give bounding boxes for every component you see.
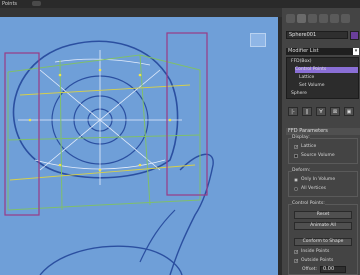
character-arm-outline-2 xyxy=(139,209,176,263)
character-body-outline xyxy=(39,245,183,275)
viewport-scene xyxy=(4,32,214,275)
configure-sets-button[interactable]: ▣ xyxy=(344,107,354,116)
ffd-lattice xyxy=(7,54,201,211)
display-group-label: Display: xyxy=(292,135,310,140)
all-vertices-label: All Vertices xyxy=(301,186,326,191)
eye-icon[interactable] xyxy=(32,1,41,6)
deform-group xyxy=(288,171,358,197)
show-end-result-button[interactable]: ‖ xyxy=(302,107,312,116)
object-color-swatch[interactable] xyxy=(350,31,359,40)
inside-points-checkbox[interactable] xyxy=(294,249,298,254)
utilities-tab-icon[interactable] xyxy=(341,14,350,23)
stack-toolbar: |- ‖ ∀ ⊠ ▣ xyxy=(288,107,358,117)
rollout-title: FFD Parameters xyxy=(288,128,328,134)
display-tab-icon[interactable] xyxy=(330,14,339,23)
outside-points-label: Outside Points xyxy=(301,258,334,263)
stack-item-label: Control Points xyxy=(295,67,327,72)
stack-item-label: FFD(Box) xyxy=(291,59,312,64)
viewcube-icon[interactable] xyxy=(250,33,266,47)
hierarchy-tab-icon[interactable] xyxy=(308,14,317,23)
reset-button[interactable]: Reset xyxy=(294,211,352,219)
stack-item-lattice[interactable]: Lattice xyxy=(299,75,360,81)
offset-label: Offset: xyxy=(302,267,318,272)
command-panel: Sphere001 Modifier List ▾ FFD(Box) Contr… xyxy=(282,8,360,275)
only-in-volume-radio[interactable] xyxy=(294,178,298,182)
stack-item-control-points[interactable]: Control Points xyxy=(295,67,358,73)
modify-tab-icon[interactable] xyxy=(297,14,306,23)
source-volume-checkbox[interactable] xyxy=(294,154,298,158)
stack-item-set-volume[interactable]: Set Volume xyxy=(299,83,360,89)
stack-item-sphere[interactable]: Sphere xyxy=(291,91,360,97)
stack-item-label: Lattice xyxy=(299,75,315,80)
offset-input[interactable]: 0.00 xyxy=(320,266,346,273)
all-vertices-radio[interactable] xyxy=(294,187,298,191)
viewport[interactable] xyxy=(0,28,278,275)
control-points-box-right xyxy=(166,32,208,196)
deform-group-label: Deform: xyxy=(292,168,311,173)
stack-item-ffd-box[interactable]: FFD(Box) xyxy=(291,59,360,65)
command-panel-tabs xyxy=(282,14,360,26)
viewport-label[interactable]: Points xyxy=(2,1,17,7)
conform-to-shape-button[interactable]: Conform to Shape xyxy=(294,238,352,246)
control-points-box-left xyxy=(4,52,40,216)
source-volume-label: Source Volume xyxy=(301,153,335,158)
animate-all-button[interactable]: Animate All xyxy=(294,222,352,230)
stack-item-label: Set Volume xyxy=(299,83,325,88)
make-unique-button[interactable]: ∀ xyxy=(316,107,326,116)
top-bar: Points xyxy=(0,0,360,8)
inside-points-label: Inside Points xyxy=(301,249,330,254)
motion-tab-icon[interactable] xyxy=(319,14,328,23)
viewport-header-area xyxy=(0,17,282,28)
display-group xyxy=(288,138,358,164)
outside-points-checkbox[interactable] xyxy=(294,258,298,263)
ffd-parameters-rollout[interactable]: FFD Parameters xyxy=(286,128,360,135)
modifier-list-label: Modifier List xyxy=(288,48,319,54)
object-name-input[interactable]: Sphere001 xyxy=(286,31,348,39)
modifier-stack: FFD(Box) Control Points Lattice Set Volu… xyxy=(286,57,359,99)
create-tab-icon[interactable] xyxy=(286,14,295,23)
modifier-list-dropdown[interactable]: Modifier List ▾ xyxy=(286,48,359,55)
lattice-checkbox[interactable] xyxy=(294,144,298,149)
lattice-label: Lattice xyxy=(301,144,317,149)
remove-modifier-button[interactable]: ⊠ xyxy=(330,107,340,116)
control-points-group-label: Control Points: xyxy=(292,201,325,206)
pin-stack-button[interactable]: |- xyxy=(288,107,298,116)
chevron-down-icon[interactable]: ▾ xyxy=(353,48,359,55)
stack-item-label: Sphere xyxy=(291,91,307,96)
only-in-volume-label: Only In Volume xyxy=(301,177,336,182)
